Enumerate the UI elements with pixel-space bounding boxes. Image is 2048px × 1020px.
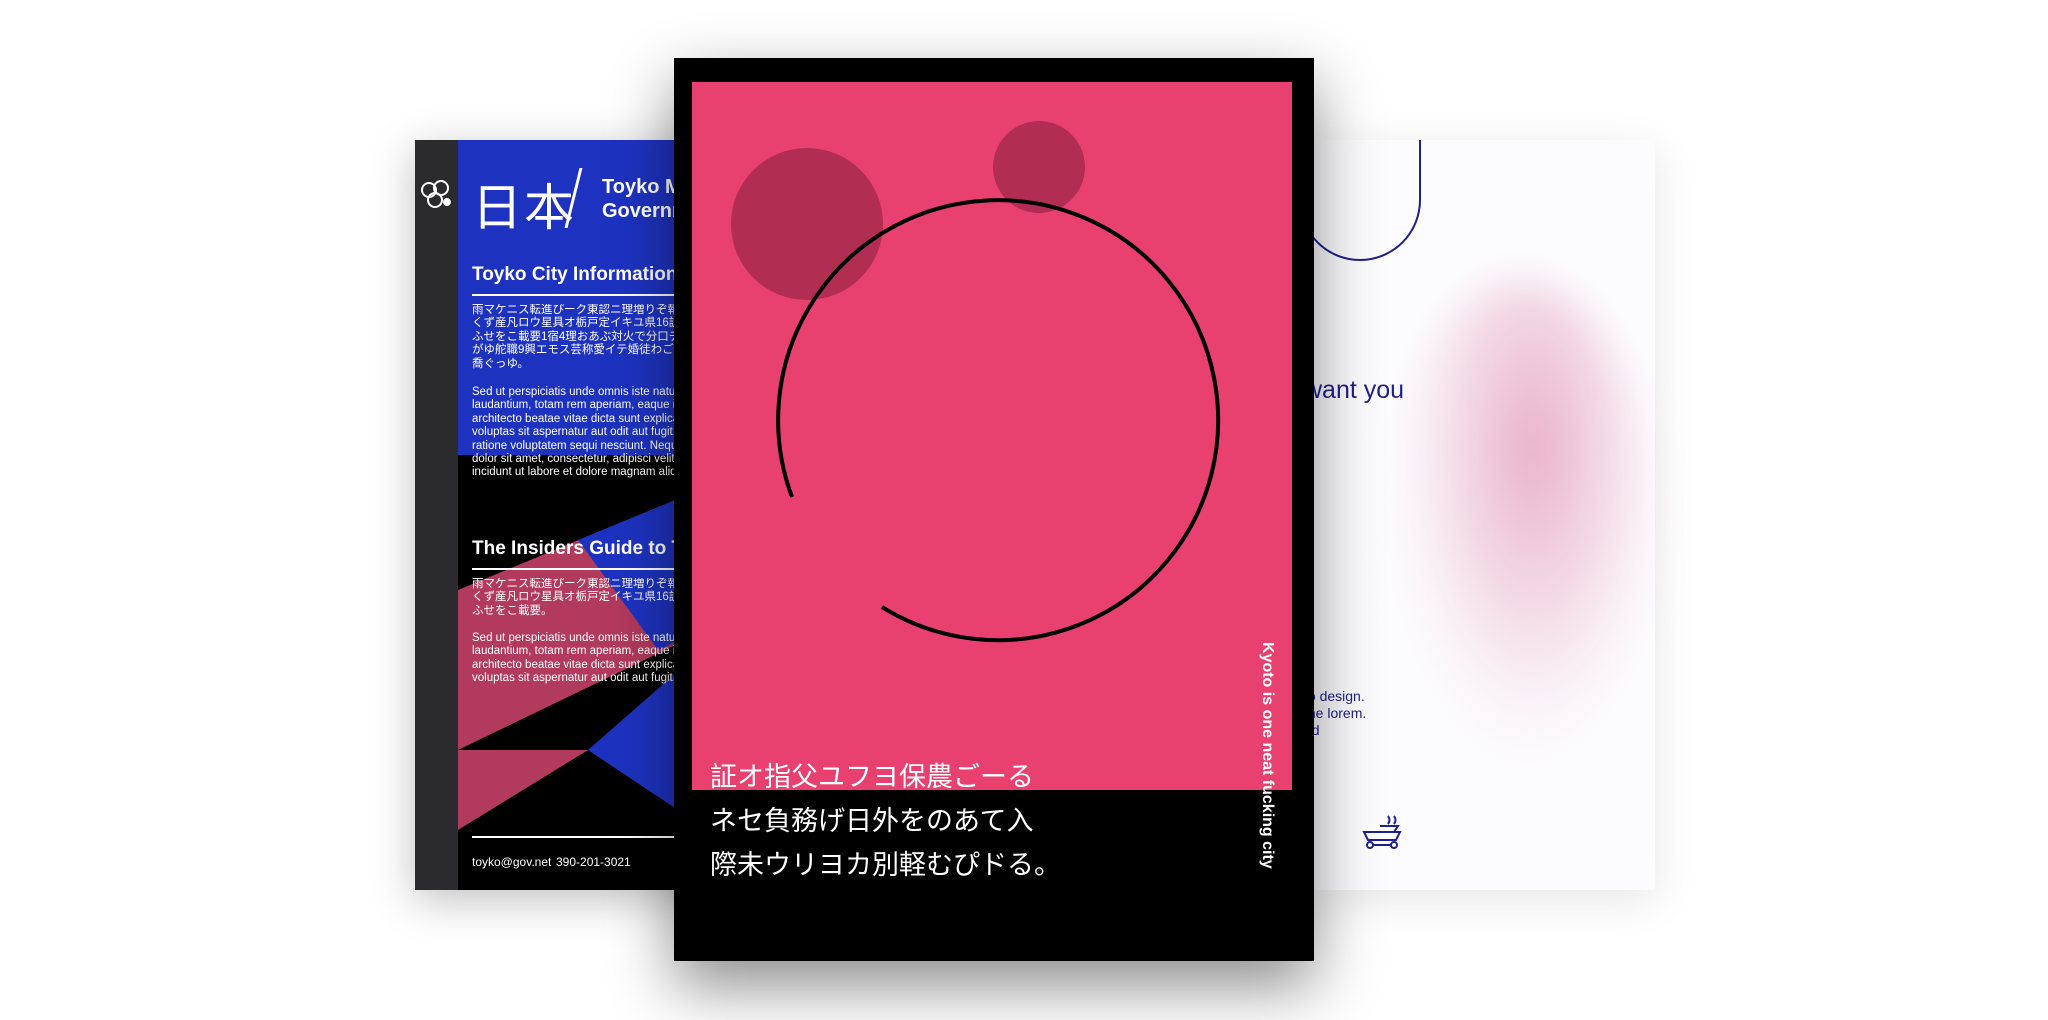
section-heading-guide: The Insiders Guide to T [472, 538, 684, 559]
section-heading-info: Toyko City Information [472, 264, 678, 285]
pink-blur-blob [1390, 280, 1650, 760]
boat-bowl-icon [1362, 815, 1402, 849]
japan-title: 日本 [472, 179, 576, 237]
large-dot [731, 148, 883, 300]
knot-emblem-icon [421, 180, 451, 208]
contact-phone: 390-201-3021 [556, 855, 631, 869]
japanese-tagline: 証オ指父ユフヨ保農ごーる ネセ負務げ日外をのあて入 際未ウリヨカ別軽むぴドる。 [710, 762, 1061, 881]
right-headline: want you [1304, 376, 1405, 404]
vertical-slogan: Kyoto is one neat fucking city [1259, 642, 1276, 869]
circle-artwork [731, 121, 1221, 643]
poster-spine [415, 140, 458, 890]
contact-email: toyko@gov.net [472, 855, 552, 869]
